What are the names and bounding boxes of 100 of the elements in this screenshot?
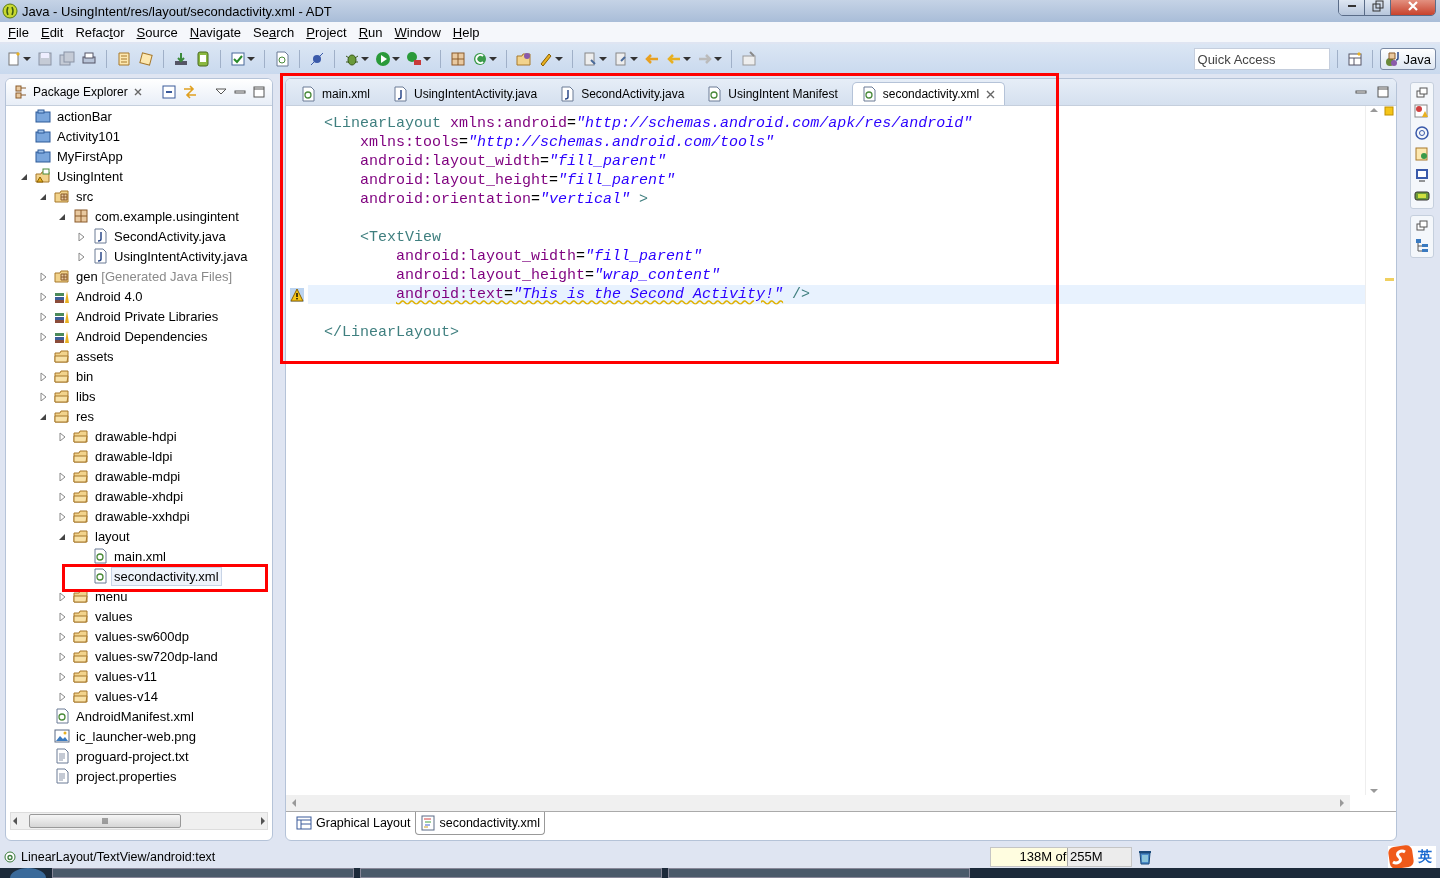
quick-access-field[interactable]: Quick Access <box>1193 48 1330 70</box>
menubar-entry[interactable]: File <box>2 24 35 40</box>
minimize-button[interactable] <box>1339 0 1365 15</box>
tree-item[interactable]: proguard-project.txt <box>73 746 192 766</box>
editor-tab[interactable]: UsingIntentActivity.java <box>384 83 546 105</box>
folder-icon <box>73 668 89 684</box>
menubar-entry[interactable]: Help <box>446 24 486 40</box>
folder-icon <box>73 468 89 484</box>
editor-page-tab[interactable]: Graphical Layout <box>292 812 415 834</box>
tree-item[interactable]: values-sw600dp <box>92 626 192 646</box>
tree-item[interactable]: project.properties <box>73 766 180 786</box>
open-perspective-icon <box>1346 51 1363 67</box>
editor-tab[interactable]: main.xml <box>292 83 378 105</box>
text-file-icon <box>54 748 70 764</box>
menubar-entry[interactable]: Run <box>352 24 389 40</box>
folder-icon <box>73 428 89 444</box>
tree-item[interactable]: src <box>73 186 97 206</box>
tree-item[interactable]: Android Private Libraries <box>73 306 222 326</box>
link-editor-icon <box>182 84 198 100</box>
java-perspective-button[interactable]: Java <box>1379 48 1436 70</box>
save-all-button[interactable] <box>57 49 77 69</box>
open-type-icon <box>116 51 132 67</box>
tree-item[interactable]: drawable-ldpi <box>92 446 176 466</box>
tree-item[interactable]: drawable-hdpi <box>92 426 180 446</box>
close-icon <box>1407 0 1419 12</box>
code-line: android:orientation="vertical" > <box>360 191 649 208</box>
folder-icon <box>54 368 70 384</box>
brush-icon <box>538 51 554 67</box>
run-tool-icon <box>406 51 422 67</box>
xml-file-icon <box>300 86 316 102</box>
javadoc-icon <box>1414 125 1430 141</box>
collapse-all-icon <box>161 84 177 100</box>
tree-item[interactable]: drawable-mdpi <box>92 466 184 486</box>
tree-item[interactable]: Activity101 <box>54 126 123 146</box>
editor-tab[interactable]: secondactivity.xml <box>851 82 1006 105</box>
tree-item[interactable]: Android 4.0 <box>73 286 146 306</box>
folder-icon <box>73 688 89 704</box>
input-method-indicator[interactable]: 英 <box>1388 845 1436 868</box>
tree-item[interactable]: values-sw720dp-land <box>92 646 221 666</box>
tree-item[interactable]: Android Dependencies <box>73 326 211 346</box>
tree-item[interactable]: drawable-xxhdpi <box>92 506 193 526</box>
closed-project-icon <box>35 128 51 144</box>
java-file-icon <box>392 86 408 102</box>
run-button[interactable] <box>373 49 402 69</box>
tree-item[interactable]: UsingIntent <box>54 166 126 186</box>
tree-item[interactable]: com.example.usingintent <box>92 206 242 226</box>
tree-item[interactable]: ic_launcher-web.png <box>73 726 199 746</box>
menubar-entry[interactable]: Refactor <box>69 24 131 40</box>
tree-item[interactable]: assets <box>73 346 117 366</box>
tree-item[interactable]: drawable-xhdpi <box>92 486 187 506</box>
tree-item[interactable]: MyFirstApp <box>54 146 126 166</box>
menubar-entry[interactable]: Search <box>247 24 301 40</box>
tree-item[interactable]: SecondActivity.java <box>111 226 229 246</box>
tree-item[interactable]: values-v14 <box>92 686 161 706</box>
taskbar-button[interactable] <box>52 868 354 878</box>
scroll-left-icon <box>290 798 298 808</box>
menubar-entry[interactable]: Edit <box>34 24 70 40</box>
tree-item[interactable]: menu <box>92 586 131 606</box>
tree-item[interactable]: gen [Generated Java Files] <box>73 266 236 286</box>
new-file-icon <box>6 51 22 67</box>
tree-item[interactable]: layout <box>92 526 133 546</box>
closed-project-icon <box>35 148 51 164</box>
pin-editor-button[interactable] <box>739 49 759 69</box>
package-icon <box>73 208 89 224</box>
restore-icon <box>1416 220 1428 232</box>
restore-button[interactable] <box>1365 0 1391 15</box>
tree-item[interactable]: bin <box>73 366 97 386</box>
taskbar-button[interactable] <box>668 868 970 878</box>
app-icon <box>2 3 18 19</box>
tree-item[interactable]: AndroidManifest.xml <box>73 706 197 726</box>
tree-item[interactable]: libs <box>73 386 99 406</box>
tree-item[interactable]: actionBar <box>54 106 115 126</box>
scroll-left-icon <box>11 816 19 826</box>
new-xml-icon <box>274 51 290 67</box>
download-icon <box>173 51 189 67</box>
code-line: <LinearLayout xmlns:android="http://schemas.android.com/apk/res/android" <box>324 115 973 132</box>
editor-tab[interactable]: UsingIntent Manifest <box>698 83 846 105</box>
maximize-icon <box>1376 86 1390 98</box>
tree-item[interactable]: res <box>73 406 98 426</box>
menubar-entry[interactable]: Project <box>300 24 353 40</box>
menubar-entry[interactable]: Window <box>388 24 447 40</box>
tree-item[interactable]: values <box>92 606 136 626</box>
garbage-collect-button[interactable] <box>1137 848 1153 865</box>
menubar-entry[interactable]: Source <box>130 24 184 40</box>
editor-tab[interactable]: SecondActivity.java <box>551 83 693 105</box>
new-package-button[interactable] <box>448 49 468 69</box>
tree-item[interactable]: UsingIntentActivity.java <box>111 246 251 266</box>
warning-icon <box>290 287 304 302</box>
editor-page-tab[interactable]: secondactivity.xml <box>414 812 545 835</box>
save-icon <box>37 51 53 67</box>
menubar-entry[interactable]: Navigate <box>183 24 248 40</box>
close-button[interactable] <box>1391 0 1435 15</box>
tree-item[interactable]: values-v11 <box>92 666 160 686</box>
checkbox-button[interactable] <box>228 49 257 69</box>
taskbar-button[interactable] <box>360 868 662 878</box>
input-mode-label: 英 <box>1418 847 1432 866</box>
tree-item[interactable]: secondactivity.xml <box>111 566 222 586</box>
tree-item[interactable]: main.xml <box>111 546 169 566</box>
trash-icon <box>1137 848 1153 865</box>
problems-icon <box>1414 104 1430 120</box>
